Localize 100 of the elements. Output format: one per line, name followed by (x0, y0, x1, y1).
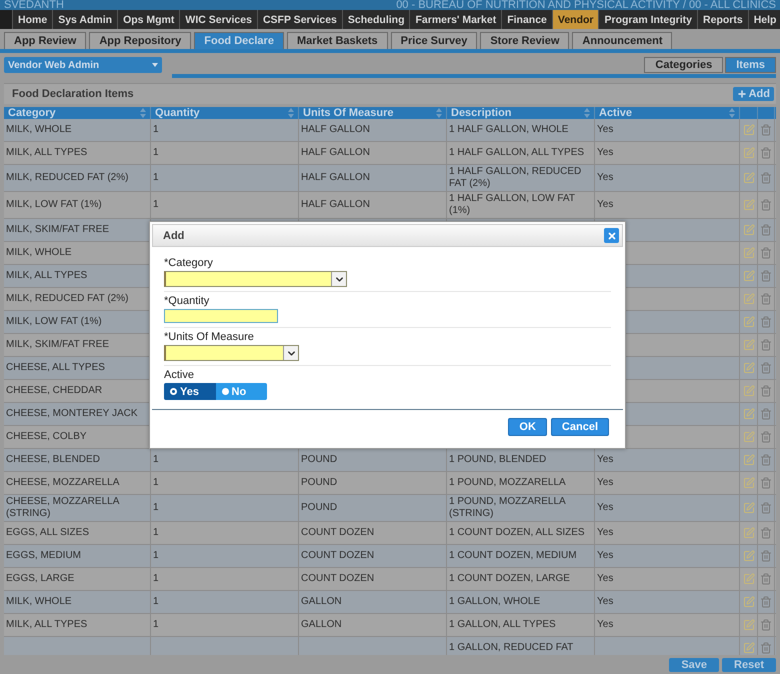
edit-icon[interactable] (742, 385, 754, 397)
role-dropdown[interactable]: Vendor Web Admin (4, 57, 162, 73)
menu-item[interactable]: Scheduling (342, 10, 410, 29)
delete-icon[interactable] (760, 247, 772, 259)
tab[interactable]: Price Survey (390, 32, 478, 49)
edit-icon[interactable] (742, 224, 754, 236)
table-cell: MILK, REDUCED FAT (2%) (6, 293, 128, 305)
delete-icon[interactable] (760, 224, 772, 236)
menu-item[interactable]: CSFP Services (256, 10, 342, 29)
delete-icon[interactable] (760, 619, 772, 631)
delete-icon[interactable] (760, 172, 772, 184)
dialog-button[interactable]: OK (508, 418, 547, 436)
table-cell: Yes (597, 619, 614, 631)
delete-icon[interactable] (760, 573, 772, 585)
delete-icon[interactable] (760, 293, 772, 305)
sort-icon[interactable] (140, 108, 146, 118)
edit-icon[interactable] (742, 573, 754, 585)
delete-icon[interactable] (760, 431, 772, 443)
delete-icon[interactable] (760, 385, 772, 397)
edit-icon[interactable] (742, 124, 754, 136)
edit-icon[interactable] (742, 408, 754, 420)
dialog-button[interactable]: Cancel (550, 418, 609, 436)
delete-icon[interactable] (760, 527, 772, 539)
tab[interactable]: Market Baskets (286, 32, 388, 49)
sort-icon[interactable] (288, 108, 294, 118)
delete-icon[interactable] (760, 199, 772, 211)
edit-icon[interactable] (742, 502, 754, 514)
edit-icon[interactable] (742, 172, 754, 184)
delete-icon[interactable] (760, 339, 772, 351)
table-cell-text: 1 POUND, MOZZARELLA (STRING) (449, 496, 566, 520)
delete-icon[interactable] (760, 502, 772, 514)
close-button[interactable] (604, 228, 619, 243)
edit-icon[interactable] (742, 596, 754, 608)
sort-icon[interactable] (584, 108, 590, 118)
table-cell: 1 (153, 550, 159, 562)
table-cell: MILK, REDUCED FAT (2%) (6, 172, 128, 184)
menu-item[interactable]: Finance (501, 10, 552, 29)
delete-icon[interactable] (760, 642, 772, 654)
dropdown-field[interactable] (164, 345, 299, 361)
delete-icon[interactable] (760, 550, 772, 562)
menu-item[interactable]: Program Integrity (598, 10, 698, 29)
edit-icon[interactable] (742, 477, 754, 489)
tab[interactable]: App Repository (89, 32, 192, 49)
delete-icon[interactable] (760, 362, 772, 374)
menu-item[interactable]: Sys Admin (52, 10, 118, 29)
table-cell: 1 POUND, BLENDED (449, 454, 546, 466)
menu-item[interactable]: WIC Services (179, 10, 257, 29)
edit-icon[interactable] (742, 431, 754, 443)
toggle-option[interactable]: No (216, 383, 267, 400)
table-cell: Yes (597, 573, 614, 585)
edit-icon[interactable] (742, 619, 754, 631)
delete-icon[interactable] (760, 124, 772, 136)
plus-icon (736, 89, 747, 99)
menu-item[interactable]: Vendor (552, 10, 598, 29)
edit-icon[interactable] (742, 270, 754, 282)
sort-icon[interactable] (436, 108, 442, 118)
tab[interactable]: App Review (4, 32, 86, 49)
delete-icon[interactable] (760, 316, 772, 328)
edit-icon[interactable] (742, 247, 754, 259)
edit-icon[interactable] (742, 454, 754, 466)
column-header: Description (451, 107, 512, 119)
menu-item[interactable]: Reports (697, 10, 748, 29)
table-cell: Yes (597, 477, 614, 489)
edit-icon[interactable] (742, 339, 754, 351)
table-cell: POUND (301, 477, 338, 489)
toggle-option[interactable]: Yes (164, 383, 216, 400)
table-cell: CHEESE, CHEDDAR (6, 385, 102, 397)
menu-item[interactable]: Farmers' Market (409, 10, 502, 29)
delete-icon[interactable] (760, 270, 772, 282)
dropdown-field[interactable] (164, 271, 347, 287)
tab[interactable]: Announcement (572, 32, 672, 49)
input-field[interactable] (164, 309, 278, 323)
view-tab[interactable]: Categories (644, 57, 724, 73)
table-cell: COUNT DOZEN (301, 550, 374, 562)
edit-icon[interactable] (742, 550, 754, 562)
edit-icon[interactable] (742, 147, 754, 159)
edit-icon[interactable] (742, 316, 754, 328)
menu-item[interactable]: Help (748, 10, 780, 29)
edit-icon[interactable] (742, 527, 754, 539)
edit-icon[interactable] (742, 642, 754, 654)
delete-icon[interactable] (760, 596, 772, 608)
edit-icon[interactable] (742, 293, 754, 305)
table-cell: Yes (597, 502, 614, 514)
menu-item[interactable]: Home (12, 10, 52, 29)
delete-icon[interactable] (760, 477, 772, 489)
column-header: Active (599, 107, 632, 119)
table-cell: MILK, SKIM/FAT FREE (6, 224, 109, 236)
menu-item[interactable]: Ops Mgmt (117, 10, 180, 29)
table-cell: Yes (597, 596, 614, 608)
edit-icon[interactable] (742, 199, 754, 211)
tab[interactable]: Store Review (480, 32, 570, 49)
table-cell: 1 GALLON, REDUCED FAT (449, 642, 574, 654)
edit-icon[interactable] (742, 362, 754, 374)
table-cell: HALF GALLON (301, 199, 370, 211)
table-cell: MILK, WHOLE (6, 596, 72, 608)
delete-icon[interactable] (760, 454, 772, 466)
table-cell: POUND (301, 454, 338, 466)
sort-icon[interactable] (729, 108, 735, 118)
delete-icon[interactable] (760, 408, 772, 420)
delete-icon[interactable] (760, 147, 772, 159)
